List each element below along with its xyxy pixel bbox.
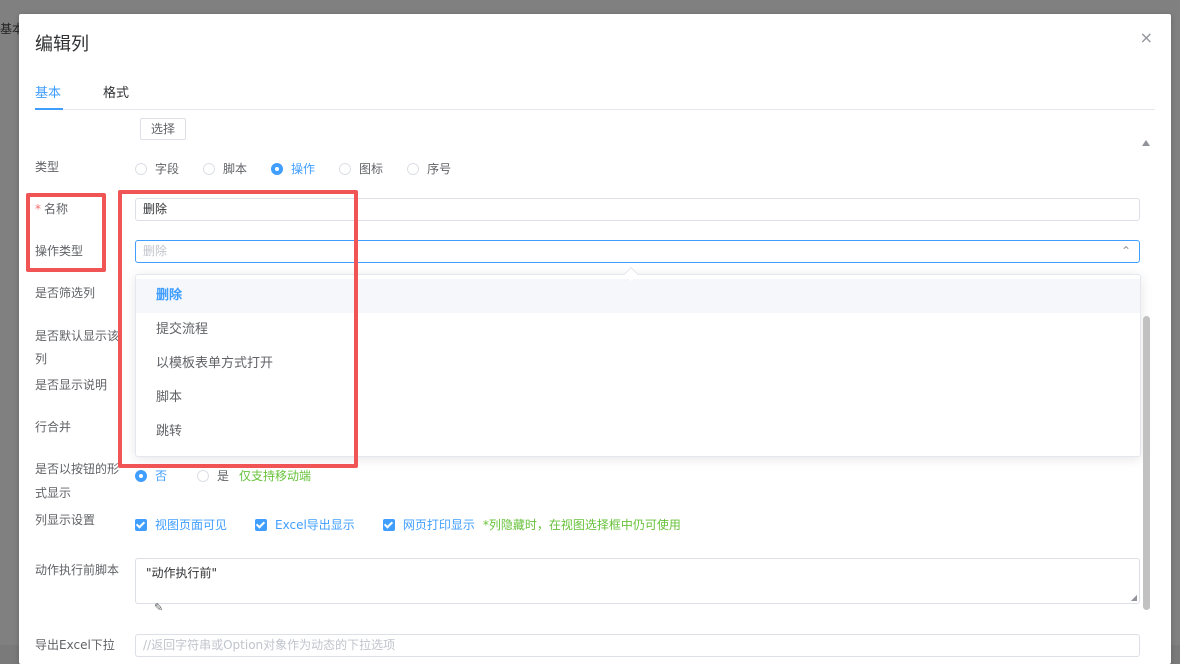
edit-icon[interactable]: ✎ [154,601,163,614]
type-radio-serial[interactable]: 序号 [407,160,451,177]
option-redirect[interactable]: 跳转 [136,415,1140,449]
action-type-select[interactable]: 删除 ⌃ [135,240,1140,263]
chevron-up-icon: ⌃ [1120,244,1131,258]
checkbox-web-print[interactable]: 网页打印显示 [382,516,475,533]
tab-bar: 基本 格式 [35,80,1155,110]
close-icon[interactable]: × [1140,28,1153,47]
scroll-thumb[interactable] [1143,316,1150,610]
row-merge-label: 行合并 [35,420,72,434]
filter-column-label: 是否筛选列 [35,286,96,300]
pre-script-label: 动作执行前脚本 [35,563,120,577]
form-body: 选择 类型 字段 脚本 操作 图标 序号 * 名称 删除 操作类型 删除 ⌃ 是否… [19,110,1171,660]
type-radio-field[interactable]: 字段 [135,160,179,177]
option-submit-flow[interactable]: 提交流程 [136,313,1140,347]
show-description-label: 是否显示说明 [35,378,108,392]
type-radio-action[interactable]: 操作 [271,160,315,177]
as-button-radio-no[interactable]: 否 [135,467,167,484]
as-button-radio-yes[interactable]: 是 [197,467,229,484]
option-open-template-form[interactable]: 以模板表单方式打开 [136,347,1140,381]
name-input[interactable]: 删除 [135,198,1140,221]
default-show-label: 是否默认显示该 [35,329,120,343]
type-radio-icon[interactable]: 图标 [339,160,383,177]
edit-column-dialog: 编辑列 × 基本 格式 选择 类型 字段 脚本 操作 图标 序号 * 名称 删除 … [19,14,1171,664]
type-radio-group: 字段 脚本 操作 图标 序号 [135,160,475,177]
action-type-dropdown: 删除 提交流程 以模板表单方式打开 脚本 跳转 [135,266,1141,457]
option-script[interactable]: 脚本 [136,381,1140,415]
checkbox-view-visible[interactable]: 视图页面可见 [135,516,227,533]
scroll-up-icon[interactable] [1142,140,1150,146]
column-display-checkboxes: 视图页面可见 Excel导出显示 网页打印显示 *列隐藏时，在视图选择框中仍可使… [135,516,681,533]
excel-dropdown-label: 导出Excel下拉 [35,638,115,652]
form-scrollbar[interactable] [1141,140,1151,610]
mobile-only-hint: 仅支持移动端 [239,469,312,483]
dialog-title: 编辑列 [35,34,89,55]
type-label: 类型 [35,160,60,174]
type-radio-script[interactable]: 脚本 [203,160,247,177]
as-button-label-cont: 式显示 [35,486,72,500]
option-delete[interactable]: 删除 [136,279,1140,313]
tab-basic[interactable]: 基本 [35,82,61,101]
tab-format[interactable]: 格式 [103,82,129,101]
column-display-label: 列显示设置 [35,513,96,527]
excel-dropdown-input[interactable]: //返回字符串或Option对象作为动态的下拉选项 [135,634,1140,657]
select-button[interactable]: 选择 [140,118,187,140]
default-show-label-cont: 列 [35,352,48,366]
hidden-column-hint: *列隐藏时，在视图选择框中仍可使用 [482,518,681,532]
checkbox-excel-export[interactable]: Excel导出显示 [255,516,355,533]
resize-handle-icon[interactable]: ◢ [1131,593,1137,602]
pre-script-textarea[interactable]: "动作执行前" ◢ [135,558,1140,604]
as-button-label: 是否以按钮的形 [35,462,120,476]
action-type-label: 操作类型 [35,244,84,258]
name-label: * 名称 [35,202,69,216]
as-button-radio-group: 否 是 仅支持移动端 [135,467,311,484]
